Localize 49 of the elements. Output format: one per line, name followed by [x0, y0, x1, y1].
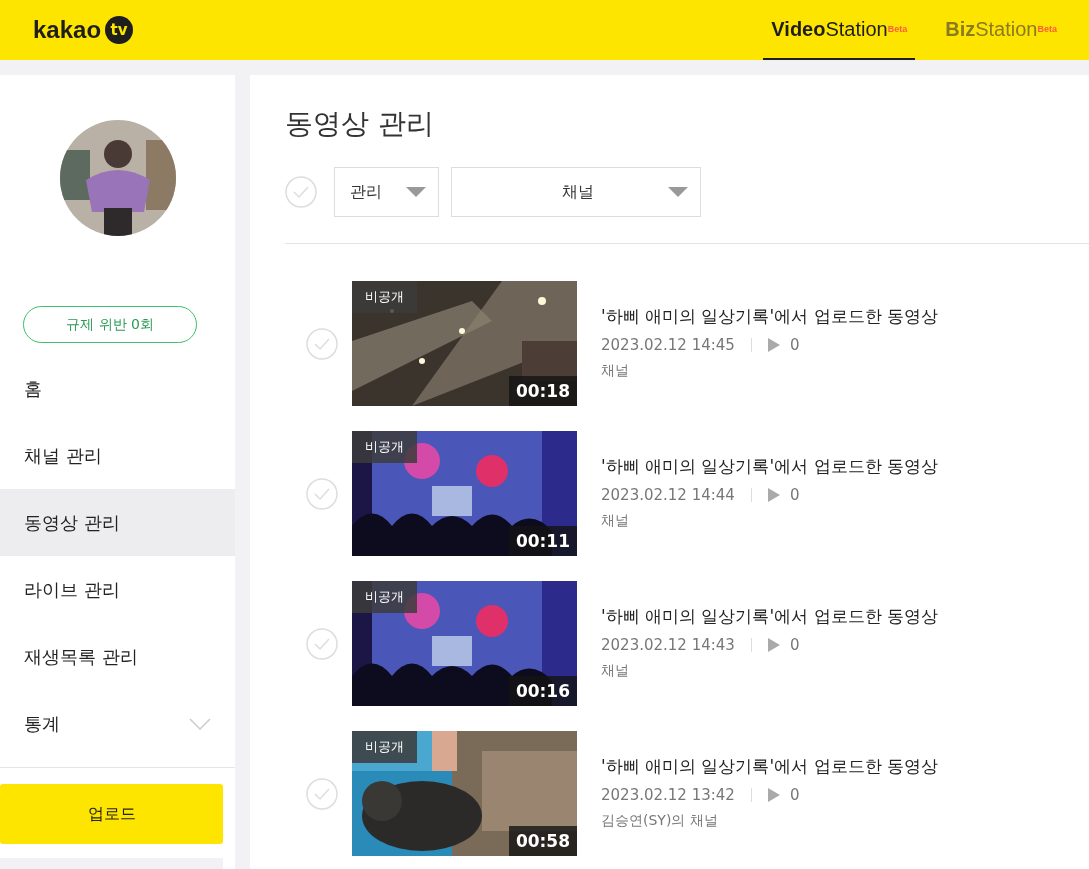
- play-count: 0: [789, 785, 800, 804]
- station-tab[interactable]: VideoStation$^{Beta}$: [763, 0, 916, 60]
- private-badge: 비공개: [352, 281, 417, 313]
- sidebar-item[interactable]: 라이브 관리: [0, 556, 235, 623]
- caret-icon: [668, 187, 688, 197]
- play-count: 0: [789, 335, 800, 354]
- video-title[interactable]: '하삐 애미의 일상기록'에서 업로드한 동영상: [601, 454, 938, 478]
- logo-text: kakao: [33, 16, 102, 44]
- video-checkbox[interactable]: [306, 477, 338, 510]
- page-title: 동영상 관리: [285, 106, 435, 142]
- video-checkbox[interactable]: [306, 327, 338, 360]
- play-icon: [767, 337, 780, 352]
- violation-count-button[interactable]: 규제 위반 0회: [23, 306, 197, 343]
- video-checkbox[interactable]: [306, 777, 338, 810]
- private-badge: 비공개: [352, 731, 417, 763]
- duration-label: 00:58: [508, 826, 577, 856]
- upload-date: 2023.02.12 14:43: [601, 635, 735, 654]
- caret-icon: [406, 187, 426, 197]
- sidebar-item[interactable]: 통계: [0, 690, 235, 757]
- duration-label: 00:18: [508, 376, 577, 406]
- logo-badge: tv: [105, 16, 134, 44]
- channel-name: 채널: [601, 361, 630, 380]
- filter-dropdown[interactable]: 채널: [451, 167, 701, 217]
- select-all-checkbox[interactable]: [285, 176, 317, 208]
- duration-label: 00:11: [508, 526, 577, 556]
- sidebar-item[interactable]: 재생목록 관리: [0, 623, 235, 690]
- upload-date: 2023.02.12 14:45: [601, 335, 735, 354]
- private-badge: 비공개: [352, 581, 417, 613]
- upload-date: 2023.02.12 14:44: [601, 485, 735, 504]
- sidebar-item[interactable]: 채널 관리: [0, 422, 235, 489]
- channel-name: 채널: [601, 661, 630, 680]
- play-icon: [767, 637, 780, 652]
- play-count: 0: [789, 485, 800, 504]
- play-icon: [767, 487, 780, 502]
- filter-dropdown[interactable]: 관리: [334, 167, 439, 217]
- channel-name: 김승연(SY)의 채널: [601, 811, 719, 830]
- channel-name: 채널: [601, 511, 630, 530]
- upload-button[interactable]: 업로드: [0, 784, 223, 844]
- duration-label: 00:16: [508, 676, 577, 706]
- private-badge: 비공개: [352, 431, 417, 463]
- video-title[interactable]: '하삐 애미의 일상기록'에서 업로드한 동영상: [601, 604, 938, 628]
- video-title[interactable]: '하삐 애미의 일상기록'에서 업로드한 동영상: [601, 304, 938, 328]
- sidebar-item[interactable]: 홈: [0, 355, 235, 422]
- video-title[interactable]: '하삐 애미의 일상기록'에서 업로드한 동영상: [601, 754, 938, 778]
- play-count: 0: [789, 635, 800, 654]
- sidebar-item[interactable]: 동영상 관리: [0, 489, 235, 556]
- play-icon: [767, 787, 780, 802]
- video-checkbox[interactable]: [306, 627, 338, 660]
- upload-date: 2023.02.12 13:42: [601, 785, 735, 804]
